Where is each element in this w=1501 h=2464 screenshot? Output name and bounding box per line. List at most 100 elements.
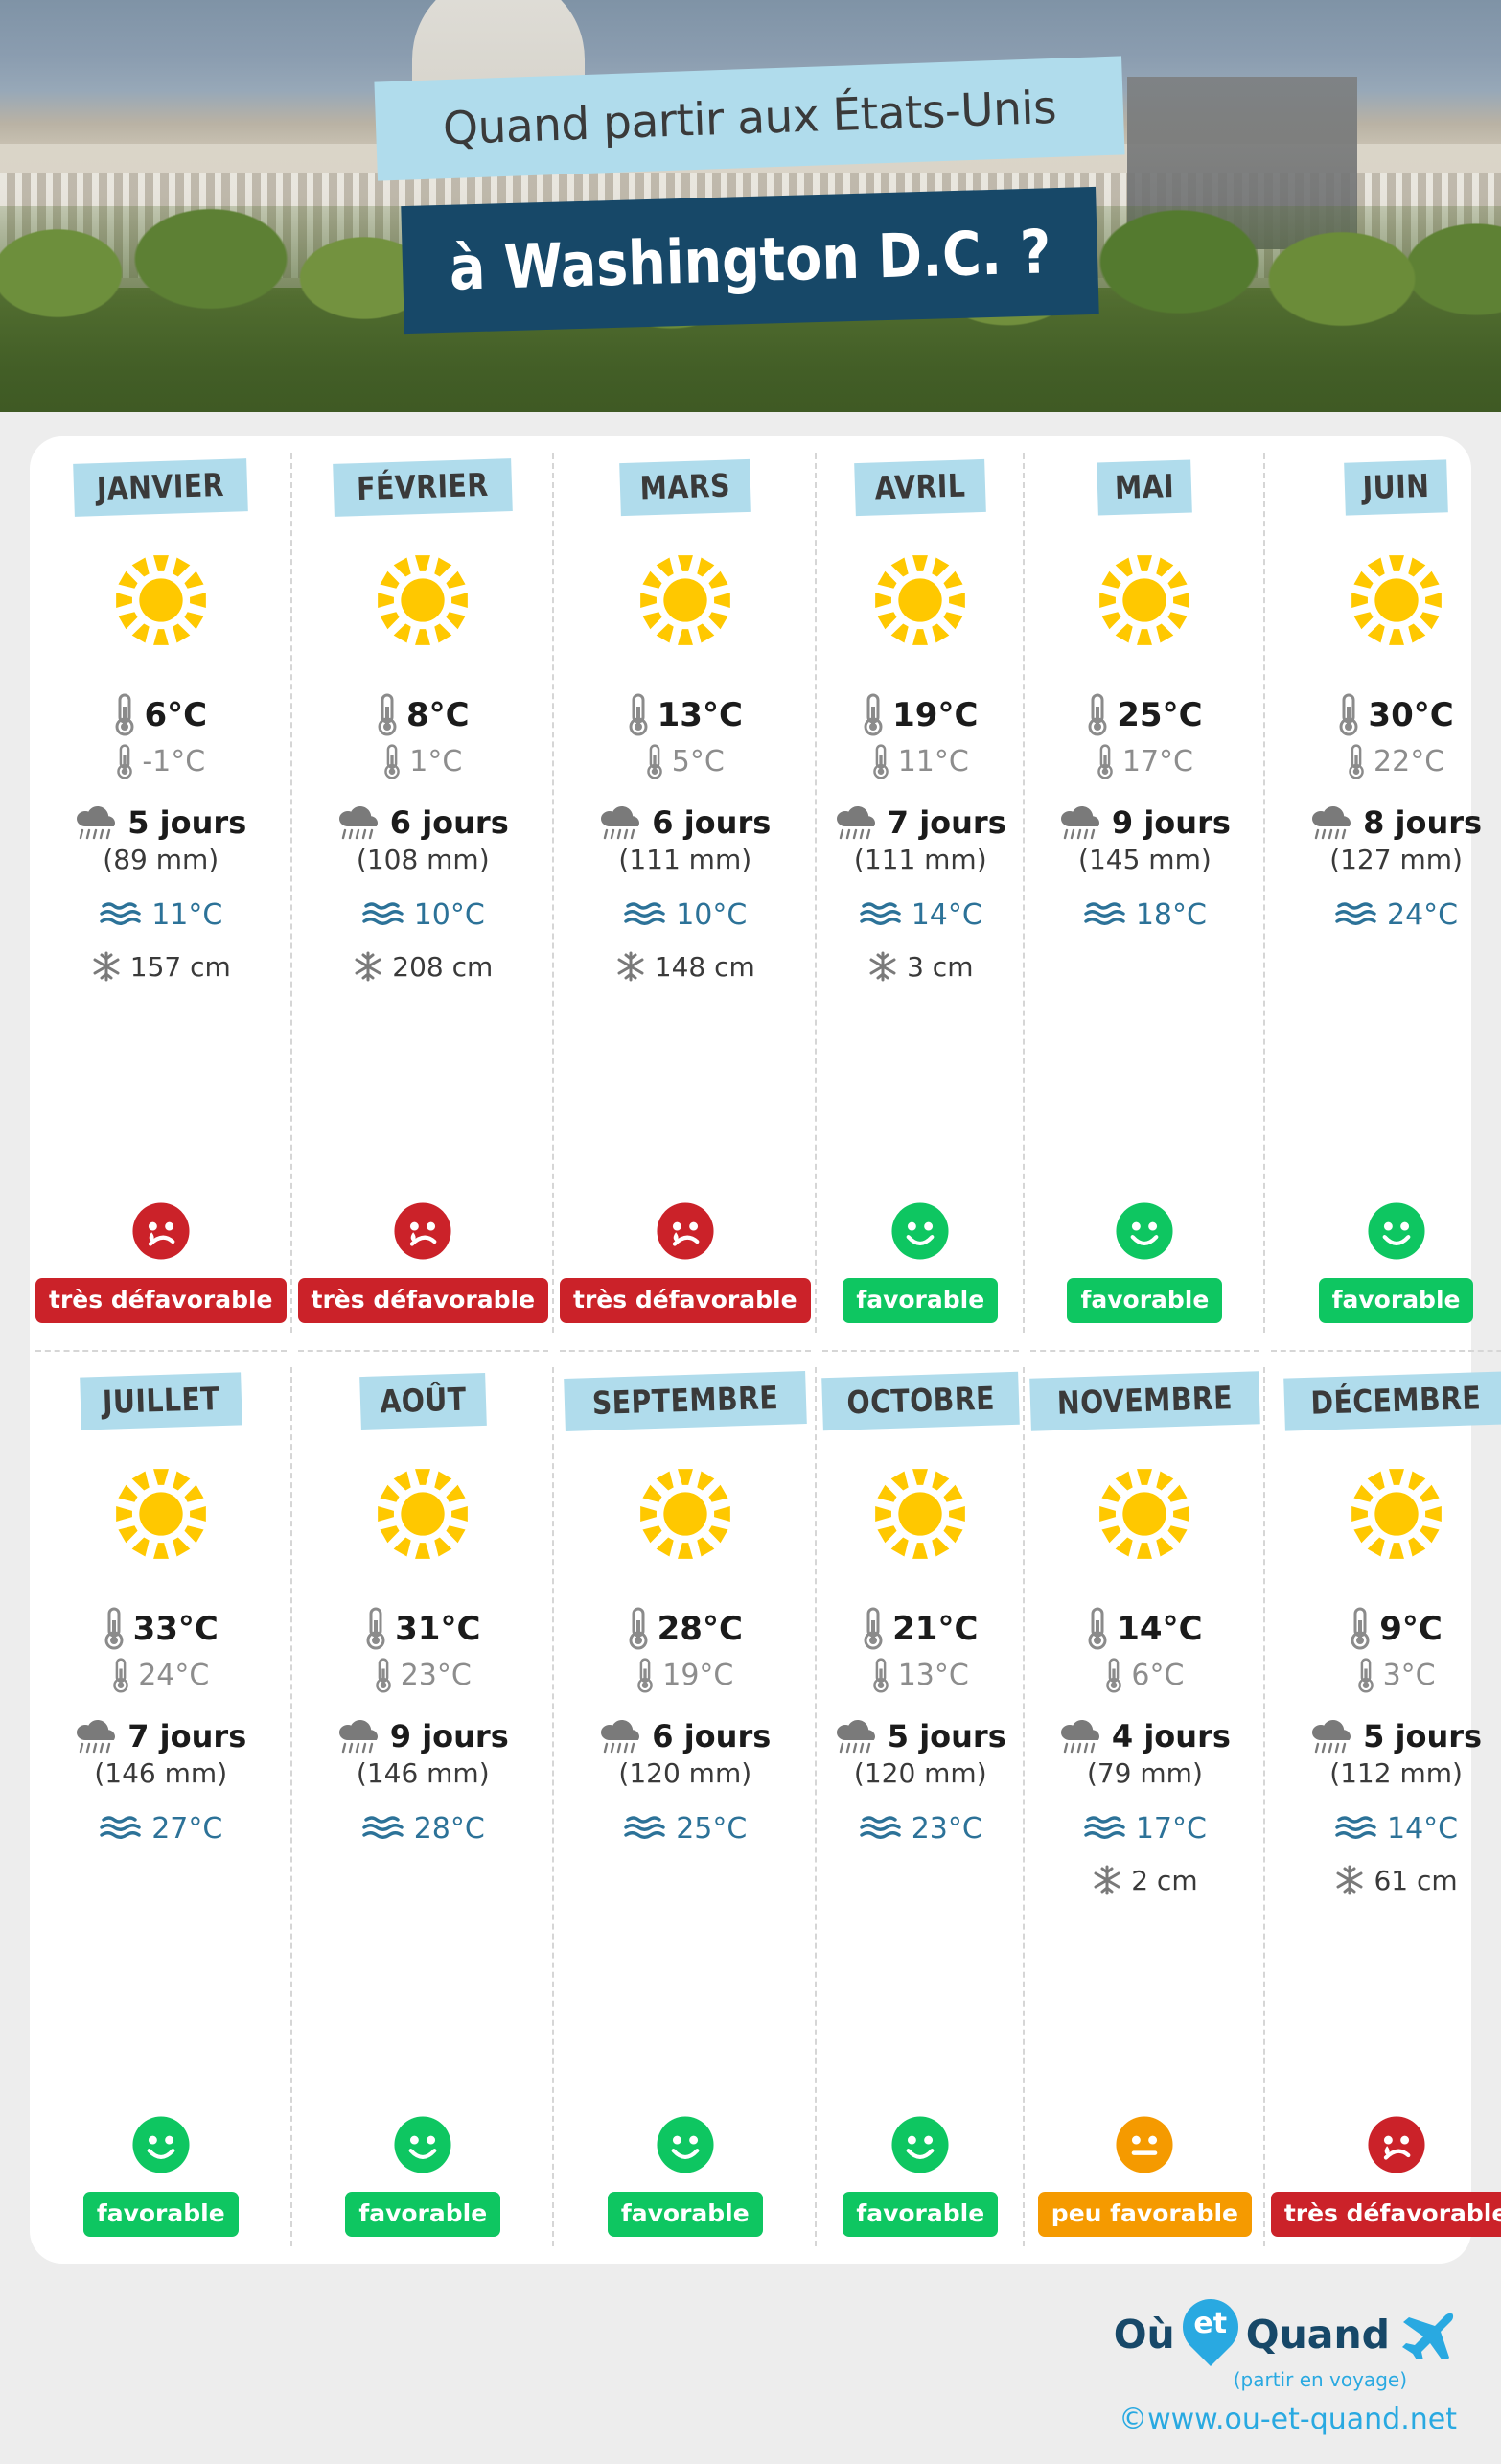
temperature-max-row: 21°C bbox=[863, 1607, 978, 1651]
verdict-badge[interactable]: favorable bbox=[345, 2192, 501, 2237]
rain-days-row: 5 jours bbox=[1310, 1718, 1482, 1755]
verdict-face bbox=[1114, 1200, 1175, 1267]
snow-value: 3 cm bbox=[907, 950, 974, 983]
precipitation-value: (120 mm) bbox=[618, 1756, 752, 1789]
temperature-max-value: 8°C bbox=[405, 696, 470, 734]
rain-cloud-icon bbox=[77, 805, 116, 839]
temperature-min-row: 19°C bbox=[636, 1658, 733, 1694]
precipitation-value: (111 mm) bbox=[853, 843, 987, 875]
rain-days-value: 5 jours bbox=[1363, 1717, 1483, 1755]
month-tag: AOÛT bbox=[358, 1372, 487, 1430]
month-cell[interactable]: DÉCEMBRE 9°C 3°C 5 jours (112 mm) 14°C 6… bbox=[1265, 1350, 1501, 2264]
month-tag: OCTOBRE bbox=[820, 1371, 1020, 1431]
verdict-face bbox=[889, 1200, 951, 1267]
verdict-block: favorable bbox=[345, 2114, 501, 2254]
temperature-min-row: 6°C bbox=[1105, 1658, 1184, 1694]
verdict-badge[interactable]: favorable bbox=[843, 1278, 999, 1323]
verdict-block: très défavorable bbox=[1270, 2114, 1501, 2254]
page-title: à Washington D.C. ? bbox=[448, 217, 1052, 304]
thermometer-min-icon bbox=[113, 1658, 128, 1693]
verdict-badge[interactable]: très défavorable bbox=[1270, 2192, 1501, 2237]
verdict-face bbox=[130, 2114, 192, 2180]
snow-row: 3 cm bbox=[867, 951, 973, 983]
month-cell[interactable]: NOVEMBRE 14°C 6°C 4 jours (79 mm) 17°C 2… bbox=[1025, 1350, 1265, 2264]
temperature-max-row: 8°C bbox=[377, 693, 470, 737]
temperature-min-row: 1°C bbox=[383, 744, 462, 780]
month-name: AVRIL bbox=[874, 466, 967, 507]
thermometer-min-icon bbox=[1106, 1658, 1122, 1693]
temperature-min-value: 5°C bbox=[671, 745, 725, 779]
verdict-face-sad-icon bbox=[657, 1202, 714, 1260]
verdict-badge[interactable]: très défavorable bbox=[35, 1278, 287, 1323]
month-name: MARS bbox=[639, 466, 731, 507]
logo-et: et bbox=[1193, 2307, 1228, 2340]
snowflake-icon bbox=[93, 951, 120, 982]
temperature-min-row: 17°C bbox=[1097, 744, 1193, 780]
verdict-badge[interactable]: favorable bbox=[843, 2192, 999, 2237]
weather-icon bbox=[109, 1462, 213, 1570]
temperature-min-value: 6°C bbox=[1131, 1659, 1185, 1693]
month-name: JUIN bbox=[1362, 466, 1430, 507]
weather-icon bbox=[109, 548, 213, 657]
verdict-badge[interactable]: très défavorable bbox=[560, 1278, 811, 1323]
weather-icon bbox=[634, 1462, 737, 1570]
rain-cloud-icon bbox=[836, 805, 875, 839]
month-tag: MAI bbox=[1097, 459, 1193, 516]
month-tag: DÉCEMBRE bbox=[1283, 1371, 1501, 1431]
month-cell[interactable]: MARS 13°C 5°C 6 jours (111 mm) 10°C 148 … bbox=[554, 436, 817, 1350]
temperature-min-row: 23°C bbox=[375, 1658, 472, 1694]
thermometer-max-icon bbox=[864, 693, 883, 736]
verdict-block: favorable bbox=[607, 2114, 763, 2254]
snow-row: 148 cm bbox=[615, 951, 755, 983]
month-cell[interactable]: FÉVRIER 8°C 1°C 6 jours (108 mm) 10°C 20… bbox=[292, 436, 555, 1350]
month-cell[interactable]: SEPTEMBRE 28°C 19°C 6 jours (120 mm) 25°… bbox=[554, 1350, 817, 2264]
precipitation-value: (89 mm) bbox=[103, 843, 219, 875]
rain-cloud-icon bbox=[601, 805, 640, 839]
month-cell[interactable]: AVRIL 19°C 11°C 7 jours (111 mm) 14°C 3 … bbox=[817, 436, 1026, 1350]
snow-row: 61 cm bbox=[1334, 1865, 1458, 1896]
verdict-badge[interactable]: favorable bbox=[607, 2192, 763, 2237]
rain-days-row: 6 jours bbox=[337, 804, 509, 841]
thermometer-max-icon bbox=[366, 1607, 385, 1650]
snow-value: 208 cm bbox=[392, 950, 494, 983]
month-name: FÉVRIER bbox=[356, 465, 490, 508]
temperature-min-value: 11°C bbox=[897, 745, 969, 779]
thermometer-min-icon bbox=[637, 1658, 654, 1693]
snow-value: 2 cm bbox=[1131, 1864, 1198, 1896]
temperature-max-row: 33°C bbox=[104, 1607, 219, 1651]
month-cell[interactable]: AOÛT 31°C 23°C 9 jours (146 mm) 28°C fav… bbox=[292, 1350, 555, 2264]
rain-days-value: 7 jours bbox=[127, 1717, 247, 1755]
month-cell[interactable]: OCTOBRE 21°C 13°C 5 jours (120 mm) 23°C … bbox=[817, 1350, 1026, 2264]
rain-days-value: 5 jours bbox=[887, 1717, 1006, 1755]
rain-days-row: 6 jours bbox=[599, 1718, 771, 1755]
precipitation-value: (146 mm) bbox=[356, 1756, 490, 1789]
verdict-face bbox=[392, 1200, 453, 1267]
snowflake-icon bbox=[617, 951, 644, 982]
verdict-badge[interactable]: favorable bbox=[82, 2192, 239, 2237]
verdict-block: favorable bbox=[82, 2114, 239, 2254]
temperature-min-value: 1°C bbox=[409, 745, 463, 779]
month-tag: NOVEMBRE bbox=[1029, 1371, 1260, 1431]
month-cell[interactable]: MAI 25°C 17°C 9 jours (145 mm) 18°C favo… bbox=[1025, 436, 1265, 1350]
website-url[interactable]: ©www.ou-et-quand.net bbox=[1119, 2403, 1457, 2436]
snow-row: 2 cm bbox=[1092, 1864, 1198, 1896]
verdict-badge[interactable]: très défavorable bbox=[297, 1278, 549, 1323]
verdict-block: favorable bbox=[1318, 1200, 1474, 1340]
month-cell[interactable]: JUIN 30°C 22°C 8 jours (127 mm) 24°C fav… bbox=[1265, 436, 1501, 1350]
month-cell[interactable]: JUILLET 33°C 24°C 7 jours (146 mm) 27°C … bbox=[30, 1350, 292, 2264]
month-cell[interactable]: JANVIER 6°C -1°C 5 jours (89 mm) 11°C 15… bbox=[30, 436, 292, 1350]
verdict-block: très défavorable bbox=[35, 1200, 287, 1340]
month-tag: SEPTEMBRE bbox=[563, 1371, 807, 1431]
verdict-badge[interactable]: peu favorable bbox=[1037, 2192, 1252, 2237]
temperature-max-row: 14°C bbox=[1087, 1607, 1203, 1651]
brand-logo[interactable]: Où et Quand (partir en voyage) ©www.ou-e… bbox=[1114, 2287, 1457, 2436]
weather-icon bbox=[634, 548, 737, 657]
sea-waves-icon bbox=[100, 1816, 141, 1840]
page-subtitle: Quand partir aux États-Unis bbox=[442, 81, 1057, 156]
temperature-min-row: 11°C bbox=[872, 744, 969, 780]
verdict-badge[interactable]: favorable bbox=[1318, 1278, 1474, 1323]
temperature-min-row: 5°C bbox=[646, 744, 725, 780]
rain-cloud-icon bbox=[1312, 1719, 1351, 1753]
sea-waves-icon bbox=[860, 902, 901, 926]
verdict-badge[interactable]: favorable bbox=[1067, 1278, 1223, 1323]
